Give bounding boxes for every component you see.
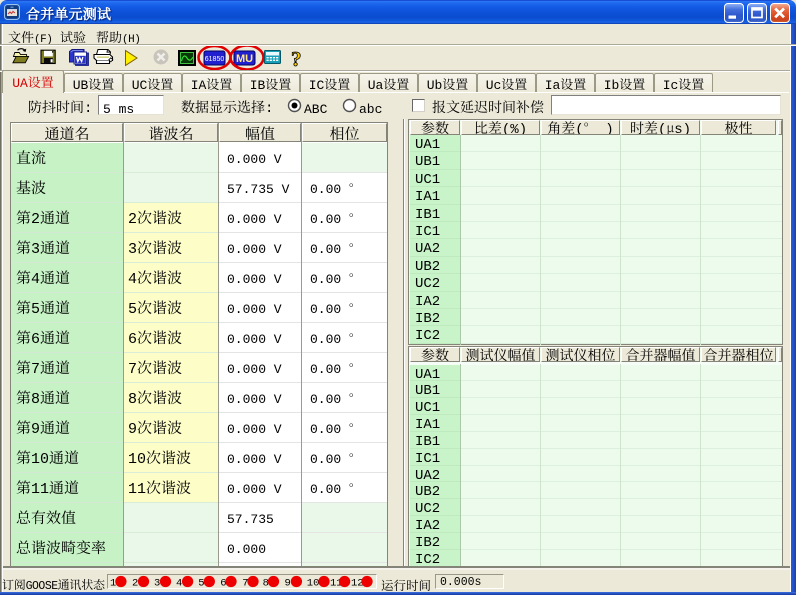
- svg-text:8: 8: [263, 578, 269, 590]
- svg-text:MU: MU: [236, 53, 253, 65]
- svg-text:2: 2: [132, 578, 138, 590]
- svg-text:4: 4: [176, 578, 182, 590]
- svg-text:6: 6: [220, 578, 226, 590]
- svg-text:?: ?: [291, 47, 302, 70]
- svg-text:1: 1: [110, 578, 116, 590]
- svg-text:5: 5: [198, 578, 204, 590]
- svg-text:9: 9: [285, 578, 291, 590]
- svg-text:12: 12: [351, 578, 364, 590]
- svg-text:7: 7: [242, 578, 248, 590]
- svg-text:10: 10: [307, 578, 320, 590]
- svg-text:61850: 61850: [205, 56, 225, 63]
- svg-text:3: 3: [154, 578, 160, 590]
